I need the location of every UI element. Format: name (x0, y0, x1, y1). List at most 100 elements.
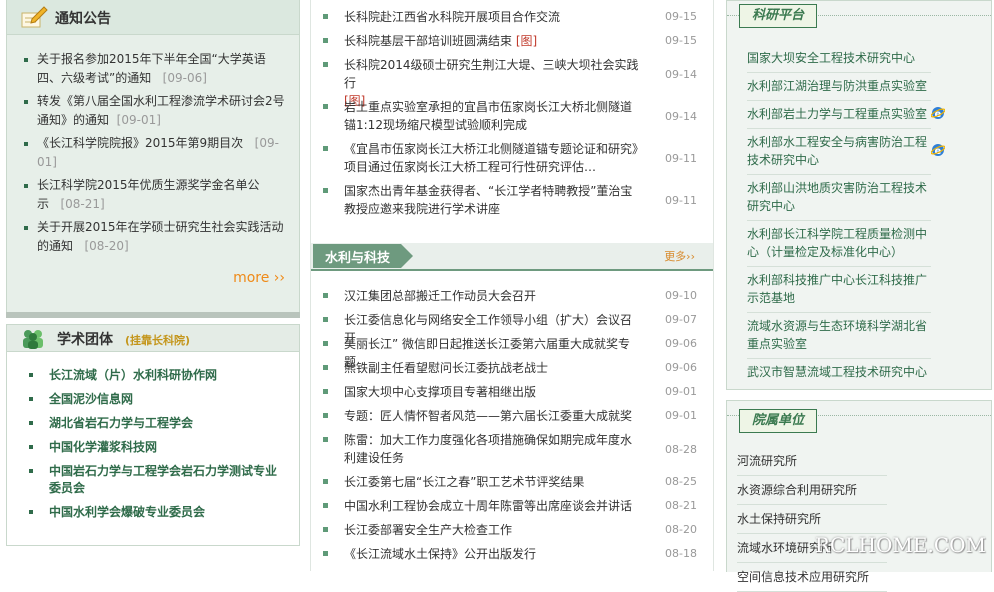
water-tech-news-list: 汉江集团总部搬迁工作动员大会召开 09-10 长江委信息化与网络安全工作领导小组（… (319, 287, 709, 563)
academic-groups-panel: 学术团体 (挂靠长科院) 长江流域（片）水利科研协作网 全国泥沙信息网 湖北省岩… (6, 324, 300, 546)
ie-browser-icon: e (931, 144, 945, 157)
news-item[interactable]: 长科院基层干部培训班圆满结束 [图] 09-15 (319, 32, 709, 50)
news-item-text[interactable]: 长科院基层干部培训班圆满结束 [图] (344, 32, 642, 50)
ie-browser-icon: e (931, 107, 945, 120)
platform-link-text[interactable]: 水利部水工程安全与病害防治工程技术研究中心 (747, 135, 927, 167)
platform-link[interactable]: 水利部科技推广中心长江科技推广示范基地 (747, 267, 931, 313)
news-item[interactable]: 国家杰出青年基金获得者、“长江学者特聘教授”董治宝教授应邀来我院进行学术讲座 09… (319, 182, 709, 218)
platform-link[interactable]: 水利部江湖治理与防洪重点实验室 (747, 73, 931, 101)
news-item-text[interactable]: 长江委部署安全生产大检查工作 (344, 521, 642, 539)
news-item[interactable]: 熊铁副主任看望慰问长江委抗战老战士 09-06 (319, 359, 709, 377)
platform-link[interactable]: 水利部岩土力学与工程重点实验室 e (747, 101, 945, 129)
news-item-image-tag[interactable]: [图] (516, 34, 537, 48)
news-item-text[interactable]: 中国水利工程协会成立十周年陈雷等出席座谈会并讲话 (344, 497, 642, 515)
water-tech-tab[interactable]: 水利与科技 (313, 244, 413, 268)
news-item-date: 09-06 (665, 361, 697, 374)
affiliated-units-header: 院属单位 (727, 401, 991, 437)
notice-item-date: [08-21] (60, 196, 105, 211)
notice-item[interactable]: 转发《第八届全国水利工程渗流学术研讨会2号通知》的通知 [09-01] (21, 92, 289, 129)
news-item[interactable]: 美丽长江” 微信即日起推送长江委第六届重大成就奖专题 09-06 (319, 335, 709, 369)
left-column: 通知公告 关于报名参加2015年下半年全国“大学英语四、六级考试”的通知 [09… (0, 0, 300, 571)
news-item-date: 09-15 (665, 34, 697, 47)
news-item[interactable]: 中国水利工程协会成立十周年陈雷等出席座谈会并讲话 08-21 (319, 497, 709, 515)
academic-group-link[interactable]: 长江流域（片）水利科研协作网 (23, 367, 283, 384)
news-item[interactable]: 国家大坝中心支撑项目专著相继出版 09-01 (319, 383, 709, 401)
affiliate-link[interactable]: 水土保持研究所 (737, 505, 887, 534)
notice-item[interactable]: 关于报名参加2015年下半年全国“大学英语四、六级考试”的通知 [09-06] (21, 50, 289, 87)
news-item-date: 08-18 (665, 547, 697, 560)
affiliated-units-list: 河流研究所 水资源综合利用研究所 水土保持研究所 流域水环境研究所 空间信息技术… (737, 447, 887, 592)
platform-link-text[interactable]: 水利部江湖治理与防洪重点实验室 (747, 79, 927, 93)
notice-item-text[interactable]: 《长江科学院院报》2015年第9期目次 (37, 136, 243, 150)
notice-item-date: [09-06] (162, 70, 207, 85)
affiliate-link[interactable]: 水资源综合利用研究所 (737, 476, 887, 505)
news-item-text[interactable]: 长江委第七届“长江之春”职工艺术节评奖结果 (344, 473, 642, 491)
platform-link-text[interactable]: 流域水资源与生态环境科学湖北省重点实验室 (747, 319, 927, 351)
news-item-text[interactable]: 国家杰出青年基金获得者、“长江学者特聘教授”董治宝教授应邀来我院进行学术讲座 (344, 182, 642, 218)
academic-group-link[interactable]: 湖北省岩石力学与工程学会 (23, 415, 283, 432)
notice-more-link[interactable]: more ›› (233, 270, 285, 286)
platform-link-text[interactable]: 水利部山洪地质灾害防治工程技术研究中心 (747, 181, 927, 213)
research-platform-title: 科研平台 (739, 4, 818, 28)
affiliate-link[interactable]: 空间信息技术应用研究所 (737, 563, 887, 592)
notice-item[interactable]: 关于开展2015年在学硕士研究生社会实践活动的通知 [08-20] (21, 218, 289, 255)
notice-item[interactable]: 长江科学院2015年优质生源奖学金名单公示 [08-21] (21, 176, 289, 213)
news-item[interactable]: 长江委部署安全生产大检查工作 08-20 (319, 521, 709, 539)
platform-link[interactable]: 武汉市智慧流域工程技术研究中心 (747, 359, 931, 386)
notice-item-text[interactable]: 关于开展2015年在学硕士研究生社会实践活动的通知 (37, 220, 284, 253)
news-item-date: 08-21 (665, 499, 697, 512)
platform-link[interactable]: 国家大坝安全工程技术研究中心 (747, 45, 931, 73)
notice-list: 关于报名参加2015年下半年全国“大学英语四、六级考试”的通知 [09-06] … (21, 50, 289, 260)
notice-item-text[interactable]: 关于报名参加2015年下半年全国“大学英语四、六级考试”的通知 (37, 52, 266, 85)
news-item-text[interactable]: 汉江集团总部搬迁工作动员大会召开 (344, 287, 642, 305)
academic-group-link[interactable]: 中国岩石力学与工程学会岩石力学测试专业委员会 (23, 463, 283, 497)
academic-group-link[interactable]: 全国泥沙信息网 (23, 391, 283, 408)
news-item[interactable]: 《长江流域水土保持》公开出版发行 08-18 (319, 545, 709, 563)
notice-item[interactable]: 《长江科学院院报》2015年第9期目次 [09-01] (21, 134, 289, 171)
water-tech-more-link[interactable]: 更多›› (664, 248, 695, 264)
notice-item-date: [08-20] (84, 238, 129, 253)
news-item[interactable]: 岩土重点实验室承担的宜昌市伍家岗长江大桥北侧隧道锚1:12现场缩尺模型试验顺利完… (319, 98, 709, 134)
news-item-text[interactable]: 熊铁副主任看望慰问长江委抗战老战士 (344, 359, 642, 377)
news-item-text[interactable]: 陈雷：加大工作力度强化各项措施确保如期完成年度水利建设任务 (344, 431, 642, 467)
platform-link[interactable]: 水利部长江科学院工程质量检测中心（计量检定及标准化中心） (747, 221, 931, 267)
platform-link-text[interactable]: 水利部长江科学院工程质量检测中心（计量检定及标准化中心） (747, 227, 927, 259)
news-item-date: 09-10 (665, 289, 697, 302)
news-item-text[interactable]: 岩土重点实验室承担的宜昌市伍家岗长江大桥北侧隧道锚1:12现场缩尺模型试验顺利完… (344, 98, 642, 134)
academic-group-link[interactable]: 中国化学灌浆科技网 (23, 439, 283, 456)
news-item[interactable]: 陈雷：加大工作力度强化各项措施确保如期完成年度水利建设任务 08-28 (319, 431, 709, 467)
platform-link[interactable]: 水利部水工程安全与病害防治工程技术研究中心 e (747, 129, 945, 175)
news-item[interactable]: 长科院2014级硕士研究生荆江大堤、三峡大坝社会实践行 [图] 09-14 (319, 56, 709, 108)
news-item[interactable]: 长科院赴江西省水科院开展项目合作交流 09-15 (319, 8, 709, 26)
platform-link-text[interactable]: 水利部岩土力学与工程重点实验室 (747, 107, 927, 121)
academic-groups-subtitle: (挂靠长科院) (125, 334, 191, 347)
news-item-text[interactable]: 《长江流域水土保持》公开出版发行 (344, 545, 642, 563)
middle-column: 长科院赴江西省水科院开展项目合作交流 09-15 长科院基层干部培训班圆满结束 [… (310, 0, 714, 571)
news-item-title[interactable]: 长科院2014级硕士研究生荆江大堤、三峡大坝社会实践行 (344, 58, 639, 90)
platform-link[interactable]: 水利部山洪地质灾害防治工程技术研究中心 (747, 175, 931, 221)
notice-header: 通知公告 (7, 0, 299, 35)
platform-link[interactable]: 流域水资源与生态环境科学湖北省重点实验室 (747, 313, 931, 359)
news-item-text[interactable]: 长科院赴江西省水科院开展项目合作交流 (344, 8, 642, 26)
right-column: 科研平台 国家大坝安全工程技术研究中心 水利部江湖治理与防洪重点实验室 水利部岩… (726, 0, 994, 592)
news-item[interactable]: 《宜昌市伍家岗长江大桥江北侧隧道锚专题论证和研究》项目通过伍家岗长江大桥工程可行… (319, 140, 709, 176)
research-platform-header: 科研平台 (727, 1, 991, 29)
affiliate-link[interactable]: 河流研究所 (737, 447, 887, 476)
news-item-text[interactable]: 国家大坝中心支撑项目专著相继出版 (344, 383, 642, 401)
news-item[interactable]: 汉江集团总部搬迁工作动员大会召开 09-10 (319, 287, 709, 305)
water-tech-title: 水利与科技 (325, 251, 391, 266)
news-item[interactable]: 长江委信息化与网络安全工作领导小组（扩大）会议召开 09-07 (319, 311, 709, 345)
news-item-date: 09-06 (665, 337, 697, 350)
news-item-title[interactable]: 长科院基层干部培训班圆满结束 (344, 34, 512, 48)
platform-link-text[interactable]: 国家大坝安全工程技术研究中心 (747, 51, 915, 65)
platform-link-text[interactable]: 武汉市智慧流域工程技术研究中心 (747, 365, 927, 379)
news-item[interactable]: 专题：匠人情怀智者风范——第六届长江委重大成就奖 09-01 (319, 407, 709, 425)
academic-groups-header: 学术团体 (挂靠长科院) (7, 325, 299, 352)
news-item-text[interactable]: 《宜昌市伍家岗长江大桥江北侧隧道锚专题论证和研究》项目通过伍家岗长江大桥工程可行… (344, 140, 642, 176)
platform-link-text[interactable]: 水利部科技推广中心长江科技推广示范基地 (747, 273, 927, 305)
news-item-date: 08-20 (665, 523, 697, 536)
news-item-date: 09-01 (665, 409, 697, 422)
news-item-text[interactable]: 专题：匠人情怀智者风范——第六届长江委重大成就奖 (344, 407, 642, 425)
news-item[interactable]: 长江委第七届“长江之春”职工艺术节评奖结果 08-25 (319, 473, 709, 491)
academic-group-link[interactable]: 中国水利学会爆破专业委员会 (23, 504, 283, 521)
